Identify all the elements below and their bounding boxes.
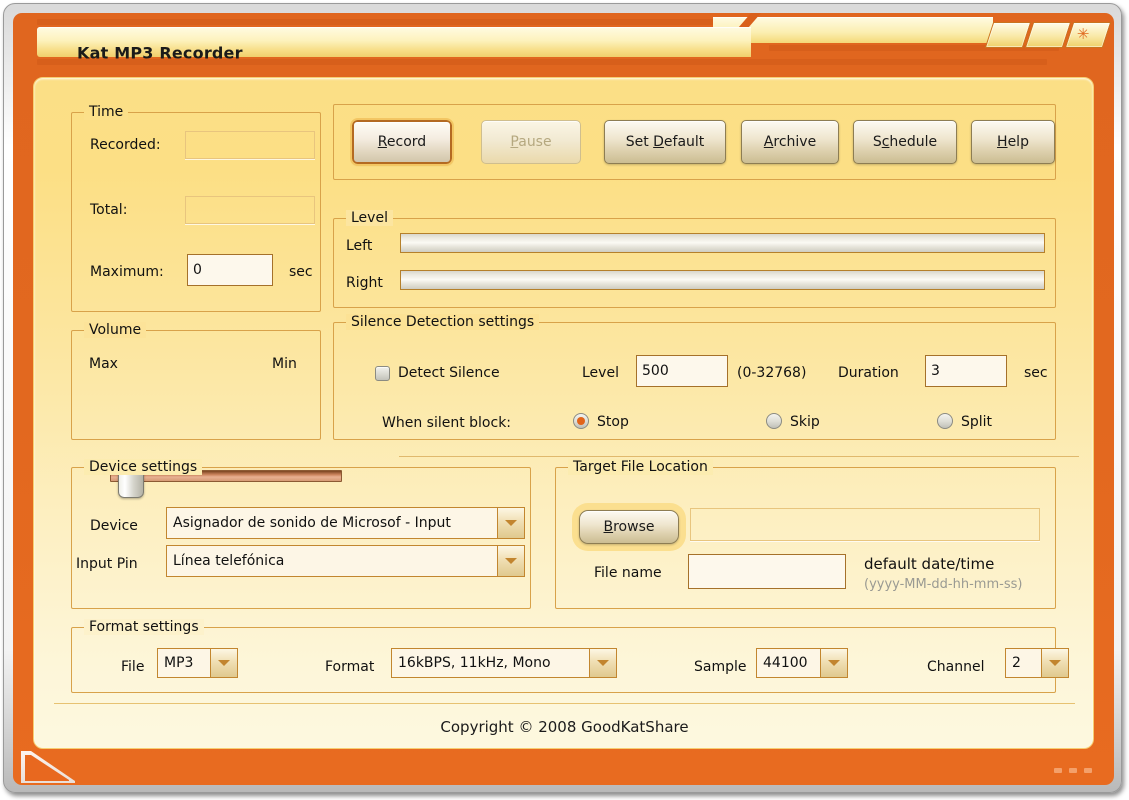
silence-duration-unit: sec <box>1024 365 1048 381</box>
sample-combobox-value: 44100 <box>763 655 808 671</box>
title-bar[interactable]: Kat MP3 Recorder ✳ <box>13 13 1114 71</box>
format-combobox[interactable]: 16kBPS, 11kHz, Mono <box>391 648 617 678</box>
channel-label: Channel <box>927 659 985 675</box>
recorded-value-field <box>185 131 315 159</box>
main-panel: Time Recorded: Total: Maximum: 0 sec Rec… <box>33 77 1094 749</box>
device-combobox-value: Asignador de sonido de Microsof - Input <box>173 515 451 531</box>
record-button[interactable]: Record <box>350 118 454 166</box>
input-pin-combobox-value: Línea telefónica <box>173 553 285 569</box>
silence-group-legend: Silence Detection settings <box>346 314 540 330</box>
total-label: Total: <box>90 202 128 218</box>
pause-button-label: Pause <box>510 134 552 150</box>
file-format-combobox-value: MP3 <box>164 655 194 671</box>
browse-button-label: Browse <box>603 519 655 535</box>
device-settings-legend: Device settings <box>84 459 203 475</box>
channel-combobox[interactable]: 2 <box>1005 648 1069 678</box>
volume-group: Volume <box>71 322 321 440</box>
recorded-label: Recorded: <box>90 137 161 153</box>
grip-dot <box>1054 768 1062 773</box>
silence-duration-input[interactable]: 3 <box>925 355 1007 387</box>
file-name-input[interactable] <box>688 554 846 589</box>
device-combobox[interactable]: Asignador de sonido de Microsof - Input <box>166 507 525 539</box>
maximum-unit-label: sec <box>289 264 313 280</box>
silence-duration-label: Duration <box>838 365 899 381</box>
silence-level-range: (0-32768) <box>737 365 807 381</box>
when-silent-label: When silent block: <box>382 415 512 431</box>
maximum-label: Maximum: <box>90 264 164 280</box>
silence-level-input[interactable]: 500 <box>636 355 728 387</box>
copyright-text: Copyright © 2008 GoodKatShare <box>440 718 689 736</box>
total-value-field <box>185 196 315 224</box>
chevron-down-icon[interactable] <box>820 649 847 677</box>
file-format-combobox[interactable]: MP3 <box>157 648 238 678</box>
format-settings-legend: Format settings <box>84 619 204 635</box>
target-path-field[interactable] <box>690 508 1040 541</box>
chevron-down-icon[interactable] <box>589 649 616 677</box>
pause-button[interactable]: Pause <box>481 120 581 164</box>
level-right-label: Right <box>346 275 383 291</box>
schedule-button[interactable]: Schedule <box>853 120 957 164</box>
level-group: Level <box>333 210 1056 308</box>
detect-silence-checkbox[interactable] <box>375 366 390 381</box>
maximum-input[interactable]: 0 <box>187 254 273 286</box>
channel-combobox-value: 2 <box>1012 655 1021 671</box>
input-pin-label: Input Pin <box>76 556 138 572</box>
resize-grip[interactable] <box>1054 768 1098 774</box>
silent-action-skip-radio[interactable] <box>766 413 782 429</box>
footer-divider <box>54 703 1075 704</box>
detect-silence-label[interactable]: Detect Silence <box>398 365 500 381</box>
window-title: Kat MP3 Recorder <box>77 43 243 63</box>
target-file-legend: Target File Location <box>568 459 713 475</box>
archive-button-label: Archive <box>763 134 817 150</box>
volume-group-legend: Volume <box>84 322 147 338</box>
chevron-down-icon[interactable] <box>210 649 237 677</box>
set-default-button-label: Set Default <box>625 134 705 150</box>
set-default-button[interactable]: Set Default <box>604 120 726 164</box>
titlebar-rail-top <box>37 19 727 25</box>
silent-action-stop-radio[interactable] <box>573 413 589 429</box>
window-bottom-strip <box>13 751 1114 785</box>
window-chassis: Kat MP3 Recorder ✳ Time Recorded: Total:… <box>13 13 1114 785</box>
silence-level-label: Level <box>582 365 619 381</box>
time-group-legend: Time <box>84 104 129 120</box>
level-right-meter <box>400 270 1045 290</box>
grip-dot <box>1084 768 1092 773</box>
silence-divider <box>399 456 1079 457</box>
chevron-down-icon[interactable] <box>497 546 524 576</box>
browse-button[interactable]: Browse <box>579 510 679 544</box>
titlebar-band-upper <box>713 17 993 43</box>
volume-min-label: Min <box>272 356 297 372</box>
silent-action-skip-label[interactable]: Skip <box>790 414 820 430</box>
file-name-label: File name <box>594 565 662 581</box>
schedule-button-label: Schedule <box>872 134 938 150</box>
grip-dot <box>1069 768 1077 773</box>
sample-label: Sample <box>694 659 747 675</box>
file-format-label: File <box>121 659 145 675</box>
default-datetime-format: (yyyy-MM-dd-hh-mm-ss) <box>864 577 1023 592</box>
maximize-button[interactable] <box>1024 22 1072 48</box>
chevron-down-icon[interactable] <box>497 508 524 538</box>
close-icon[interactable]: ✳ <box>1075 26 1091 42</box>
silent-action-split-label[interactable]: Split <box>961 414 992 430</box>
format-combobox-value: 16kBPS, 11kHz, Mono <box>398 655 551 671</box>
application-window: Kat MP3 Recorder ✳ Time Recorded: Total:… <box>3 3 1122 793</box>
level-left-label: Left <box>346 238 373 254</box>
record-button-label: Record <box>377 134 427 150</box>
device-label: Device <box>90 518 138 534</box>
silent-action-stop-label[interactable]: Stop <box>597 414 629 430</box>
archive-button[interactable]: Archive <box>741 120 839 164</box>
format-label: Format <box>325 659 375 675</box>
sample-combobox[interactable]: 44100 <box>756 648 848 678</box>
volume-max-label: Max <box>89 356 118 372</box>
help-button[interactable]: Help <box>971 120 1055 164</box>
input-pin-combobox[interactable]: Línea telefónica <box>166 545 525 577</box>
level-left-meter <box>400 233 1045 253</box>
chevron-down-icon[interactable] <box>1041 649 1068 677</box>
help-button-label: Help <box>997 134 1029 150</box>
silent-action-split-radio[interactable] <box>937 413 953 429</box>
default-datetime-title: default date/time <box>864 555 995 573</box>
level-group-legend: Level <box>346 210 393 226</box>
